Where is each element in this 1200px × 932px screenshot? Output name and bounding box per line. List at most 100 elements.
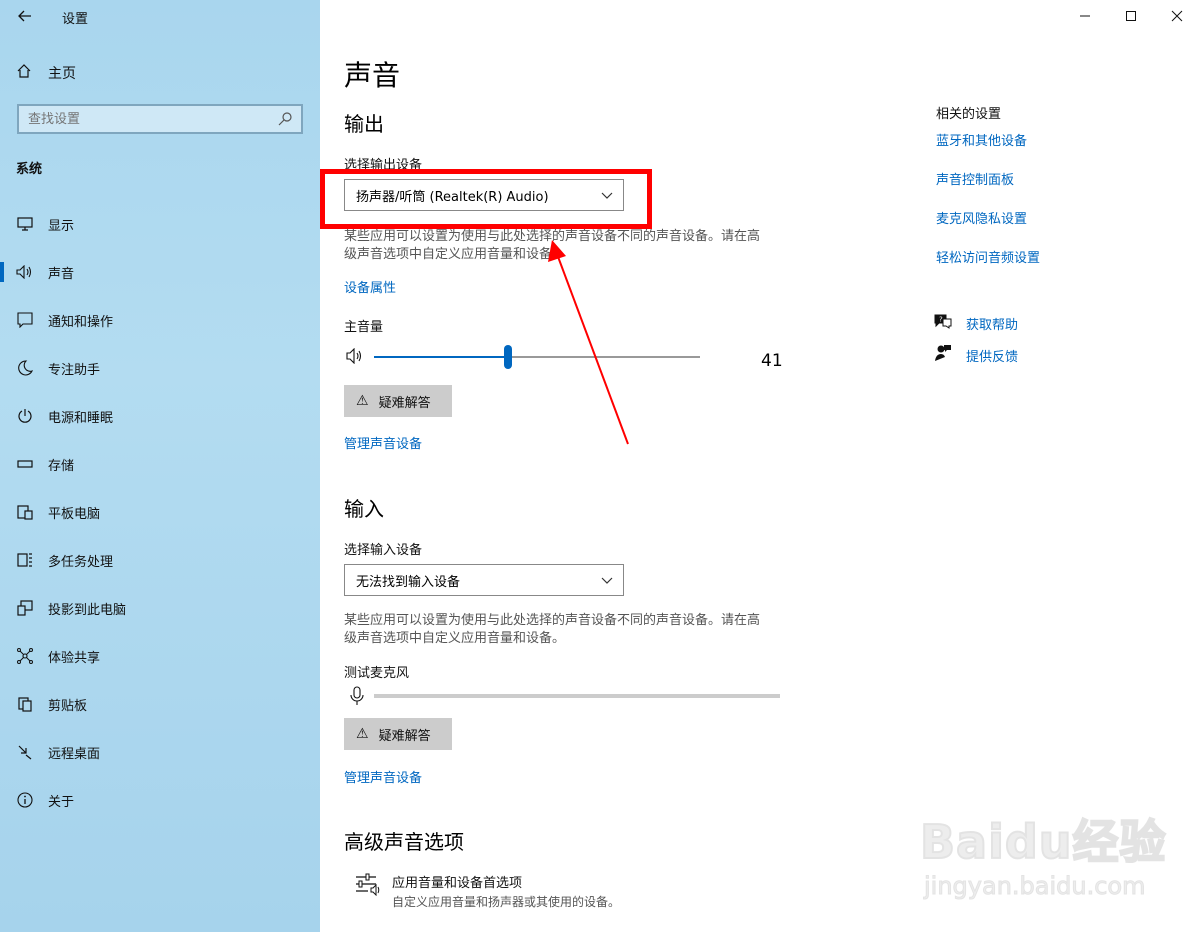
input-device-value: 无法找到输入设备	[356, 574, 461, 590]
sidebar-item-display[interactable]: 显示	[0, 200, 320, 248]
input-description-line2: 级声音选项中自定义应用音量和设备。	[344, 631, 566, 646]
feedback-icon	[934, 344, 952, 366]
output-troubleshoot-button[interactable]: ⚠ 疑难解答	[344, 385, 452, 417]
search-icon[interactable]	[277, 111, 293, 127]
app-volume-preferences-text: 应用音量和设备首选项 自定义应用音量和扬声器或其使用的设备。	[392, 872, 620, 910]
project-icon	[16, 599, 34, 617]
sidebar-item-label: 投影到此电脑	[48, 602, 127, 618]
app-volume-preferences-subtitle: 自定义应用音量和扬声器或其使用的设备。	[392, 895, 621, 909]
sidebar-item-home[interactable]: 主页	[16, 63, 76, 83]
sidebar-item-multitasking[interactable]: 多任务处理	[0, 536, 320, 584]
moon-icon	[16, 359, 34, 377]
sidebar-item-label: 多任务处理	[48, 554, 114, 570]
related-settings-title: 相关的设置	[936, 107, 1002, 122]
share-icon	[16, 647, 34, 665]
output-description-line1: 某些应用可以设置为使用与此处选择的声音设备不同的声音设备。请在高	[344, 229, 761, 244]
sliders-icon	[354, 872, 382, 900]
get-help-link[interactable]: ? 获取帮助	[934, 313, 1018, 333]
search-box[interactable]	[17, 104, 303, 134]
manage-sound-devices-link-input[interactable]: 管理声音设备	[344, 767, 422, 786]
advanced-heading: 高级声音选项	[344, 830, 464, 854]
baidu-watermark: Baidu经验 jingyan.baidu.com	[919, 806, 1167, 901]
sidebar-item-about[interactable]: 关于	[0, 776, 320, 824]
give-feedback-link[interactable]: 提供反馈	[934, 344, 1018, 366]
sidebar-item-sound[interactable]: 声音	[0, 248, 320, 296]
warning-icon: ⚠	[356, 726, 369, 742]
app-volume-preferences-title: 应用音量和设备首选项	[392, 876, 523, 891]
sidebar-item-tablet[interactable]: 平板电脑	[0, 488, 320, 536]
page-title: 声音	[344, 59, 401, 92]
sidebar-item-project[interactable]: 投影到此电脑	[0, 584, 320, 632]
volume-slider-fill	[374, 356, 508, 358]
remote-desktop-icon	[16, 743, 34, 761]
sidebar-item-power[interactable]: 电源和睡眠	[0, 392, 320, 440]
microphone-level-meter	[374, 694, 780, 698]
give-feedback-label: 提供反馈	[966, 349, 1019, 365]
troubleshoot-label: 疑难解答	[378, 728, 431, 744]
sidebar-item-clipboard[interactable]: 剪贴板	[0, 680, 320, 728]
search-input[interactable]	[28, 111, 268, 127]
related-link-microphone-privacy[interactable]: 麦克风隐私设置	[936, 208, 1027, 227]
sidebar-item-label: 体验共享	[48, 650, 101, 666]
sidebar-item-label: 平板电脑	[48, 506, 101, 522]
sidebar: 设置 主页 系统 显示 声音 通知和操作 专注助手	[0, 0, 320, 932]
master-volume-label: 主音量	[344, 320, 384, 335]
sidebar-item-notifications[interactable]: 通知和操作	[0, 296, 320, 344]
watermark-logo: Baidu经验	[919, 814, 1167, 870]
warning-icon: ⚠	[356, 393, 369, 409]
input-description: 某些应用可以设置为使用与此处选择的声音设备不同的声音设备。请在高 级声音选项中自…	[344, 612, 804, 648]
storage-icon	[16, 455, 34, 473]
app-title: 设置	[62, 12, 89, 27]
sidebar-item-storage[interactable]: 存储	[0, 440, 320, 488]
troubleshoot-label: 疑难解答	[378, 395, 431, 411]
display-icon	[16, 215, 34, 233]
manage-sound-devices-link[interactable]: 管理声音设备	[344, 433, 422, 452]
home-icon	[16, 63, 32, 83]
output-description: 某些应用可以设置为使用与此处选择的声音设备不同的声音设备。请在高 级声音选项中自…	[344, 228, 804, 264]
tablet-icon	[16, 503, 34, 521]
app-volume-preferences-item[interactable]: 应用音量和设备首选项 自定义应用音量和扬声器或其使用的设备。	[354, 872, 620, 910]
microphone-icon	[350, 686, 364, 710]
sidebar-nav: 显示 声音 通知和操作 专注助手 电源和睡眠 存储 平板电脑 多任务处理 投影到…	[0, 200, 320, 824]
volume-value: 41	[761, 351, 783, 371]
related-link-sound-control-panel[interactable]: 声音控制面板	[936, 169, 1014, 188]
sidebar-item-focus-assist[interactable]: 专注助手	[0, 344, 320, 392]
help-chat-icon: ?	[934, 313, 952, 333]
input-troubleshoot-button[interactable]: ⚠ 疑难解答	[344, 718, 452, 750]
sidebar-item-label: 显示	[48, 218, 75, 234]
home-label: 主页	[48, 66, 76, 82]
input-description-line1: 某些应用可以设置为使用与此处选择的声音设备不同的声音设备。请在高	[344, 613, 761, 628]
volume-slider-thumb[interactable]	[504, 345, 512, 369]
section-heading-system: 系统	[16, 162, 43, 177]
sidebar-item-label: 电源和睡眠	[48, 410, 114, 426]
info-icon	[16, 791, 34, 809]
device-properties-link[interactable]: 设备属性	[344, 277, 396, 296]
input-device-dropdown[interactable]: 无法找到输入设备	[344, 564, 624, 596]
sidebar-item-label: 关于	[48, 794, 75, 810]
related-link-ease-of-access-audio[interactable]: 轻松访问音频设置	[936, 247, 1040, 266]
sidebar-item-label: 通知和操作	[48, 314, 114, 330]
input-device-label: 选择输入设备	[344, 543, 423, 558]
output-heading: 输出	[344, 112, 384, 136]
multitask-icon	[16, 551, 34, 569]
sidebar-item-label: 专注助手	[48, 362, 101, 378]
notification-icon	[16, 311, 34, 329]
sidebar-item-label: 远程桌面	[48, 746, 101, 762]
watermark-url: jingyan.baidu.com	[924, 872, 1146, 901]
test-microphone-label: 测试麦克风	[344, 666, 410, 681]
output-description-line2: 级声音选项中自定义应用音量和设备。	[344, 247, 566, 262]
related-link-bluetooth[interactable]: 蓝牙和其他设备	[936, 130, 1027, 149]
input-heading: 输入	[344, 497, 384, 521]
sidebar-item-label: 剪贴板	[48, 698, 88, 714]
back-arrow-icon[interactable]	[14, 6, 36, 26]
get-help-label: 获取帮助	[966, 317, 1019, 333]
sidebar-item-shared-experiences[interactable]: 体验共享	[0, 632, 320, 680]
title-bar: 设置	[0, 0, 320, 32]
sidebar-item-label: 存储	[48, 458, 75, 474]
sidebar-item-remote-desktop[interactable]: 远程桌面	[0, 728, 320, 776]
sidebar-item-label: 声音	[48, 266, 75, 282]
annotation-highlight-box	[320, 169, 652, 229]
chevron-down-icon	[601, 577, 613, 584]
volume-speaker-icon[interactable]	[346, 347, 366, 368]
power-icon	[16, 407, 34, 425]
